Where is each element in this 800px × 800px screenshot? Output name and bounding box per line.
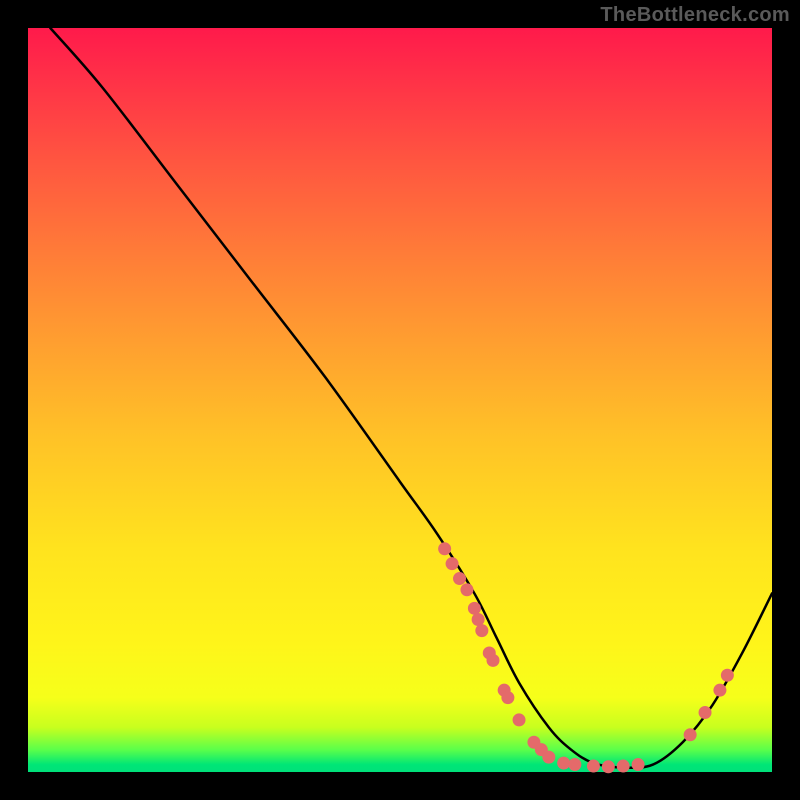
watermark-text: TheBottleneck.com [600,4,790,27]
data-marker [557,757,570,770]
data-marker [460,583,473,596]
data-marker [568,758,581,771]
data-marker [632,758,645,771]
data-marker [472,613,485,626]
data-marker [602,760,615,773]
data-marker [513,713,526,726]
data-marker [713,684,726,697]
data-marker [446,557,459,570]
data-marker [587,760,600,773]
data-marker [501,691,514,704]
plot-area [28,28,772,772]
data-marker [487,654,500,667]
curve-markers [438,542,734,773]
data-marker [699,706,712,719]
data-marker [542,751,555,764]
data-marker [684,728,697,741]
data-marker [453,572,466,585]
bottleneck-curve [50,28,772,768]
chart-frame: TheBottleneck.com [0,0,800,800]
chart-svg [28,28,772,772]
data-marker [475,624,488,637]
data-marker [468,602,481,615]
data-marker [617,760,630,773]
data-marker [438,542,451,555]
data-marker [721,669,734,682]
